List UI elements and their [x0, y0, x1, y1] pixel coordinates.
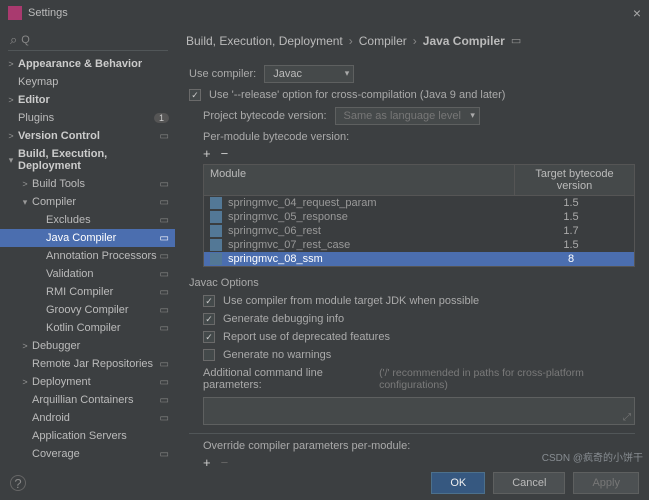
sidebar-item[interactable]: >Editor: [0, 91, 175, 109]
sidebar-item[interactable]: Java Compiler▭: [0, 229, 175, 247]
use-compiler-label: Use compiler:: [189, 68, 256, 80]
module-icon: [210, 239, 222, 251]
sidebar-item[interactable]: Application Servers: [0, 427, 175, 445]
sidebar-item[interactable]: Android▭: [0, 409, 175, 427]
module-icon: [210, 225, 222, 237]
sidebar-item[interactable]: >Deployment▭: [0, 373, 175, 391]
window-title: Settings: [28, 7, 68, 19]
sidebar-item[interactable]: Annotation Processors▭: [0, 247, 175, 265]
additional-params-input[interactable]: ⤢: [203, 397, 635, 425]
sidebar-item[interactable]: RMI Compiler▭: [0, 283, 175, 301]
sidebar-item[interactable]: >Debugger: [0, 337, 175, 355]
watermark: CSDN @疯奇的小饼干: [542, 449, 643, 464]
footer: ? OK Cancel Apply: [0, 466, 649, 500]
table-row[interactable]: springmvc_08_ssm8: [204, 252, 634, 266]
module-icon: [210, 253, 222, 265]
sidebar-item[interactable]: Excludes▭: [0, 211, 175, 229]
add-params-label: Additional command line parameters:: [203, 367, 371, 391]
sidebar: >Appearance & BehaviorKeymap>EditorPlugi…: [0, 53, 175, 469]
table-row[interactable]: springmvc_05_response1.5: [204, 210, 634, 224]
table-row[interactable]: springmvc_07_rest_case1.5: [204, 238, 634, 252]
sidebar-item[interactable]: Validation▭: [0, 265, 175, 283]
close-icon[interactable]: ×: [633, 5, 641, 21]
app-icon: [8, 6, 22, 20]
project-bytecode-select[interactable]: Same as language level: [335, 107, 480, 125]
project-bytecode-label: Project bytecode version:: [203, 110, 327, 122]
module-table-header: Module Target bytecode version: [203, 164, 635, 196]
sidebar-item[interactable]: Groovy Compiler▭: [0, 301, 175, 319]
opt4-checkbox[interactable]: [203, 349, 215, 361]
titlebar: Settings ×: [0, 0, 649, 26]
search-icon: ⌕: [10, 32, 17, 48]
release-checkbox[interactable]: [189, 89, 201, 101]
sidebar-item[interactable]: >Appearance & Behavior: [0, 55, 175, 73]
sidebar-item[interactable]: Remote Jar Repositories▭: [0, 355, 175, 373]
sidebar-item[interactable]: >Version Control▭: [0, 127, 175, 145]
sidebar-item[interactable]: >Build Tools▭: [0, 175, 175, 193]
cancel-button[interactable]: Cancel: [493, 472, 565, 494]
sidebar-item[interactable]: Keymap: [0, 73, 175, 91]
sidebar-item[interactable]: ▾Compiler▭: [0, 193, 175, 211]
help-icon[interactable]: ?: [10, 475, 26, 491]
ok-button[interactable]: OK: [431, 472, 485, 494]
sidebar-item[interactable]: Coverage▭: [0, 445, 175, 463]
sidebar-item[interactable]: Arquillian Containers▭: [0, 391, 175, 409]
opt3-checkbox[interactable]: [203, 331, 215, 343]
javac-options-header: Javac Options: [189, 277, 647, 289]
add-icon[interactable]: +: [203, 146, 211, 161]
remove-icon[interactable]: −: [221, 146, 229, 161]
apply-button[interactable]: Apply: [573, 472, 639, 494]
search-input[interactable]: ⌕ Q: [8, 30, 168, 51]
sidebar-item[interactable]: ▾Build, Execution, Deployment: [0, 145, 175, 175]
breadcrumb: Build, Execution, Deployment› Compiler› …: [176, 34, 641, 48]
compiler-select[interactable]: Javac: [264, 65, 354, 83]
sidebar-item[interactable]: Plugins1: [0, 109, 175, 127]
module-icon: [210, 197, 222, 209]
project-scope-icon: ▭: [511, 34, 521, 47]
table-row[interactable]: springmvc_06_rest1.7: [204, 224, 634, 238]
sidebar-item[interactable]: Kotlin Compiler▭: [0, 319, 175, 337]
table-row[interactable]: springmvc_04_request_param1.5: [204, 196, 634, 210]
expand-icon[interactable]: ⤢: [623, 412, 631, 423]
per-module-label: Per-module bytecode version:: [203, 131, 647, 143]
module-icon: [210, 211, 222, 223]
opt2-checkbox[interactable]: [203, 313, 215, 325]
opt1-checkbox[interactable]: [203, 295, 215, 307]
main-panel: Use compiler: Javac Use '--release' opti…: [175, 53, 649, 469]
